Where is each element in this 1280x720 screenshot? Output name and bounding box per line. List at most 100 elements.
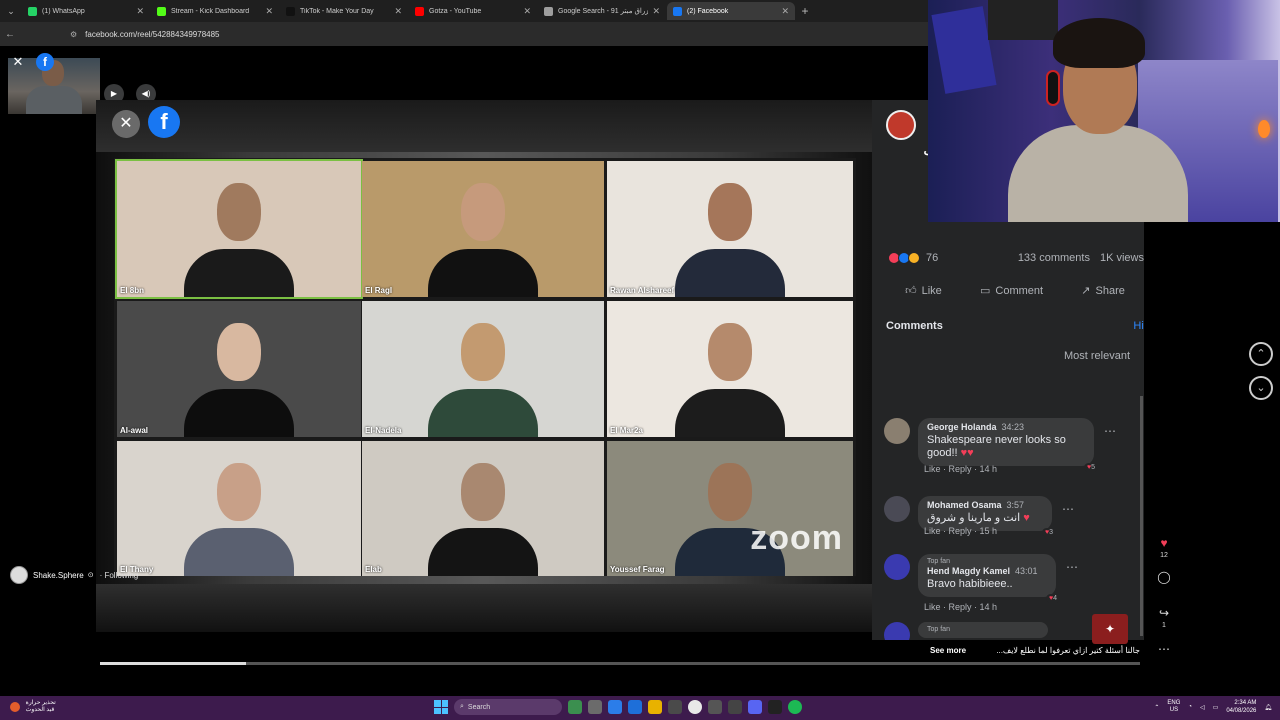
close-icon[interactable]: ✕ — [10, 54, 26, 70]
app-icon-8[interactable] — [708, 700, 722, 714]
tab-close-icon[interactable]: ✕ — [265, 6, 273, 17]
commenter-avatar[interactable] — [884, 418, 910, 444]
see-more-link[interactable]: See more — [930, 646, 966, 655]
participant-tile: Al-awal — [117, 301, 361, 437]
like-button[interactable]: 👍︎ Like — [905, 284, 942, 297]
heart-icon[interactable]: ♥ — [1155, 536, 1173, 550]
comment-options-icon[interactable]: ⋯ — [1104, 424, 1116, 438]
hide-comments-link[interactable]: Hide — [1133, 320, 1144, 332]
app-icon-1[interactable] — [568, 700, 582, 714]
comment-options-icon[interactable]: ⋯ — [1062, 502, 1074, 516]
tab-close-icon[interactable]: ✕ — [394, 6, 402, 17]
wifi-icon[interactable]: ◔ — [1188, 704, 1192, 710]
app-icon-2[interactable] — [588, 700, 602, 714]
comment-timestamp-link[interactable]: 3:57 — [1007, 500, 1025, 510]
browser-tab[interactable]: Stream - Kick Dashboard ✕ — [151, 2, 279, 20]
volume-tray-icon[interactable]: ◁ — [1200, 704, 1205, 711]
comments-count[interactable]: 133 comments — [1018, 252, 1090, 264]
streamer-webcam — [928, 0, 1280, 222]
participant-face — [708, 183, 752, 241]
participant-name: El Ragl — [365, 286, 393, 295]
next-reel-icon[interactable]: ⌄ — [1249, 376, 1273, 400]
commenter-avatar[interactable] — [884, 554, 910, 580]
comment-rail-icon[interactable]: ◯ — [1155, 570, 1173, 584]
comment-options-icon[interactable]: ⋯ — [1066, 560, 1078, 574]
browser-tab[interactable]: Gotza - YouTube ✕ — [409, 2, 537, 20]
streamer-body — [1008, 125, 1188, 222]
page-avatar[interactable] — [886, 110, 916, 140]
browser-tab[interactable]: (1) WhatsApp ✕ — [22, 2, 150, 20]
overlay-body — [26, 86, 82, 114]
discord-icon[interactable] — [748, 700, 762, 714]
comment-button[interactable]: ▭ Comment — [980, 284, 1043, 297]
following-status[interactable]: · Following — [100, 571, 139, 580]
browser-tab[interactable]: Google Search - 91 زراق مبتر ✕ — [538, 2, 666, 20]
tab-label: (1) WhatsApp — [42, 7, 85, 15]
site-info-icon[interactable]: ⚙ — [70, 30, 77, 39]
reel-stats: 133 comments 1K views — [1018, 252, 1144, 264]
commenter-avatar[interactable] — [884, 622, 910, 640]
reaction-summary[interactable]: 76 — [888, 252, 938, 264]
commenter-name[interactable]: Mohamed Osama — [927, 500, 1002, 510]
comment-actions[interactable]: Like · Reply · 14 h — [924, 602, 997, 612]
commenter-name[interactable]: Hend Magdy Kamel — [927, 566, 1010, 576]
tab-bar: ⌄ (1) WhatsApp ✕ Stream - Kick Dashboard ✕ T… — [0, 0, 928, 22]
left-strip — [0, 46, 96, 696]
explorer-icon[interactable] — [648, 700, 662, 714]
app-icon-6[interactable] — [668, 700, 682, 714]
edge-icon[interactable] — [628, 700, 642, 714]
tab-close-icon[interactable]: ✕ — [136, 6, 144, 17]
tray-chevron-icon[interactable]: ⌃ — [1154, 704, 1159, 711]
views-count: 1K views — [1099, 252, 1144, 264]
battery-icon[interactable]: ▭ — [1213, 704, 1219, 711]
clock[interactable]: 2:34 AM 04/08/2026 — [1226, 699, 1256, 715]
app-icon-3[interactable] — [608, 700, 622, 714]
browser-tab[interactable]: (2) Facebook ✕ — [667, 2, 795, 20]
comment-reactions[interactable]: ♥5 — [1083, 463, 1098, 472]
commenter-avatar[interactable] — [884, 496, 910, 522]
tab-favicon-icon — [28, 6, 37, 16]
tab-search-icon[interactable]: ⌄ — [0, 0, 22, 22]
comment-actions[interactable]: Like · Reply · 15 h — [924, 526, 997, 536]
reel-video[interactable]: ✕ f El 8bn El Ragl Rawan Alshareef Al-awal E… — [96, 100, 872, 632]
comments-scrollbar[interactable] — [1140, 396, 1143, 636]
facebook-icon[interactable]: f — [148, 106, 180, 138]
sort-dropdown[interactable]: Most relevant — [1064, 350, 1130, 362]
channel-avatar[interactable] — [10, 566, 28, 584]
more-options-icon[interactable]: ⋯ — [1155, 642, 1173, 656]
taskbar-apps: ⌕ Search — [434, 699, 802, 715]
commenter-name[interactable]: George Holanda — [927, 422, 997, 432]
channel-name[interactable]: Shake.Sphere — [33, 571, 84, 580]
notification-bell-icon[interactable]: 🔔︎ — [1264, 704, 1272, 711]
back-icon[interactable]: ← — [0, 29, 20, 40]
comment-bubble: Top fan Hend Magdy Kamel 43:01 Bravo habibi… — [918, 554, 1060, 603]
url-field[interactable]: ⚙ facebook.com/reel/542884349978485 — [70, 30, 220, 39]
windows-start-icon[interactable] — [434, 700, 448, 714]
close-reel-icon[interactable]: ✕ — [112, 110, 140, 138]
spotify-icon[interactable] — [788, 700, 802, 714]
facebook-logo-icon[interactable]: f — [36, 53, 54, 71]
tab-label: Gotza - YouTube — [429, 7, 482, 15]
comment-timestamp-link[interactable]: 43:01 — [1015, 566, 1038, 576]
share-button[interactable]: ↗ Share — [1081, 284, 1125, 297]
language-line-2: US — [1169, 707, 1179, 713]
language-indicator[interactable]: ENG US — [1167, 700, 1180, 714]
channel-info[interactable]: Shake.Sphere ⊙ · Following — [10, 566, 138, 584]
taskbar-search[interactable]: ⌕ Search — [454, 699, 562, 715]
app-icon-9[interactable] — [728, 700, 742, 714]
comment-actions[interactable]: Like · Reply · 14 h — [924, 464, 997, 474]
comment-reactions[interactable]: ♥4 — [1045, 594, 1060, 603]
video-progress-bar[interactable] — [100, 662, 1140, 665]
tab-close-icon[interactable]: ✕ — [523, 6, 531, 17]
share-rail-icon[interactable]: ↪ — [1155, 606, 1173, 620]
app-icon-11[interactable] — [768, 700, 782, 714]
comment-reactions[interactable]: ♥3 — [1041, 528, 1056, 537]
weather-widget[interactable]: تحذير حرارة قيد الحدوث — [10, 700, 56, 714]
tab-close-icon[interactable]: ✕ — [652, 6, 660, 17]
previous-reel-icon[interactable]: ⌃ — [1249, 342, 1273, 366]
browser-tab[interactable]: TikTok - Make Your Day ✕ — [280, 2, 408, 20]
tab-close-icon[interactable]: ✕ — [781, 6, 789, 17]
chrome-icon[interactable] — [688, 700, 702, 714]
new-tab-button[interactable]: + — [796, 4, 814, 18]
comment-timestamp-link[interactable]: 34:23 — [1002, 422, 1025, 432]
